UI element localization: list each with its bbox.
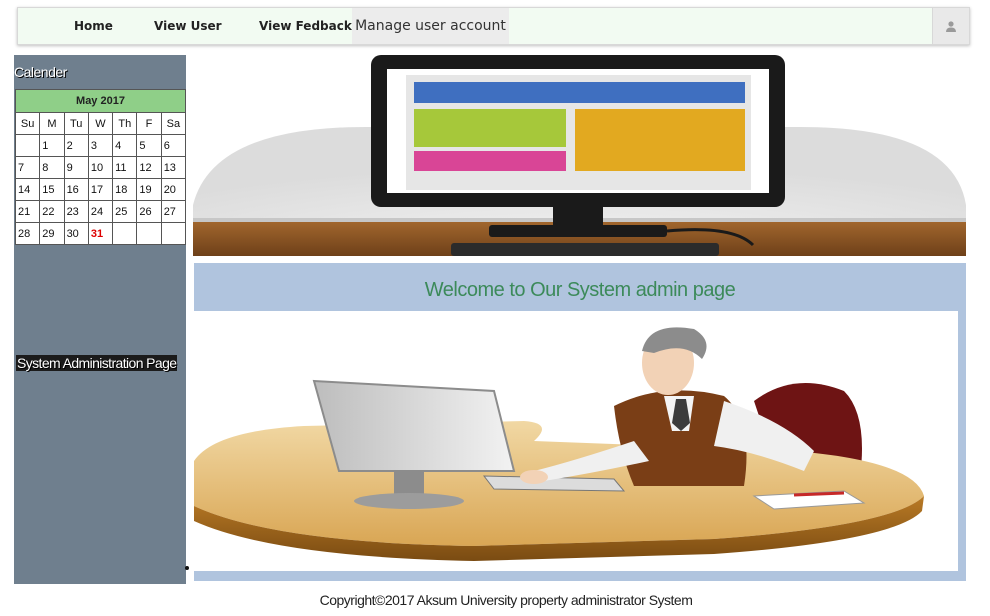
admin-illustration xyxy=(194,311,958,571)
footer-copyright: Copyright©2017 Aksum University property… xyxy=(319,592,693,608)
calendar-day[interactable]: 13 xyxy=(160,156,187,179)
calendar-day[interactable]: 26 xyxy=(136,200,162,223)
calendar-week: 28 29 30 31 xyxy=(14,222,187,245)
calendar-day[interactable]: 19 xyxy=(136,178,162,201)
calendar-day[interactable]: 5 xyxy=(136,134,162,157)
top-navbar: Home View User View Fedback Manage user … xyxy=(17,7,970,45)
calendar-day[interactable]: 22 xyxy=(39,200,65,223)
calendar-empty-cell xyxy=(112,222,138,245)
calendar-title: Calender xyxy=(14,64,67,80)
nav-view-user-link[interactable]: View User xyxy=(154,8,222,44)
calendar-day[interactable]: 30 xyxy=(63,222,89,245)
user-icon xyxy=(946,21,956,32)
calendar-week: 7 8 9 10 11 12 13 xyxy=(14,156,187,179)
calendar-day[interactable]: 1 xyxy=(39,134,65,157)
nav-manage-user-account-link[interactable]: Manage user account xyxy=(352,8,509,44)
calendar-day[interactable]: 11 xyxy=(112,156,138,179)
calendar-month: May 2017 xyxy=(15,89,186,113)
calendar-day-header: Su xyxy=(14,112,41,135)
calendar-day-header: Tu xyxy=(63,112,89,135)
welcome-heading: Welcome to Our System admin page xyxy=(424,279,736,301)
calendar-day-header: W xyxy=(87,112,114,135)
calendar-day[interactable]: 6 xyxy=(160,134,187,157)
calendar: May 2017 Su M Tu W Th F Sa 1 2 3 4 5 6 7 8 9 10 11 12 13 14 1… xyxy=(14,89,187,245)
calendar-day-header: Sa xyxy=(160,112,187,135)
calendar-day[interactable]: 2 xyxy=(63,134,89,157)
calendar-day[interactable]: 31 xyxy=(87,222,114,245)
calendar-empty-cell xyxy=(160,222,187,245)
calendar-day-header: F xyxy=(136,112,162,135)
banner-image xyxy=(193,55,966,256)
sidebar: Calender May 2017 Su M Tu W Th F Sa 1 2 3 4 5 6 7 8 9 10… xyxy=(14,55,187,584)
calendar-day[interactable]: 8 xyxy=(39,156,65,179)
calendar-day[interactable]: 21 xyxy=(14,200,41,223)
calendar-day[interactable]: 20 xyxy=(160,178,187,201)
calendar-day[interactable]: 28 xyxy=(14,222,41,245)
calendar-week: 123456 xyxy=(14,134,187,157)
admin-page-label: System Administration Page xyxy=(16,355,178,371)
nav-view-feedback-link[interactable]: View Fedback xyxy=(259,8,352,44)
calendar-day[interactable]: 9 xyxy=(63,156,89,179)
calendar-day[interactable]: 15 xyxy=(39,178,65,201)
welcome-panel: Welcome to Our System admin page xyxy=(194,263,966,581)
calendar-day-header: Th xyxy=(112,112,138,135)
calendar-day[interactable]: 24 xyxy=(87,200,114,223)
calendar-day[interactable]: 25 xyxy=(112,200,138,223)
calendar-day[interactable]: 3 xyxy=(87,134,114,157)
calendar-day[interactable]: 18 xyxy=(112,178,138,201)
calendar-day[interactable]: 4 xyxy=(112,134,138,157)
calendar-week: 21 22 23 24 25 26 27 xyxy=(14,200,187,223)
user-menu-button[interactable] xyxy=(932,8,969,44)
calendar-week: 14 15 16 17 18 19 20 xyxy=(14,178,187,201)
calendar-empty-cell xyxy=(14,134,41,157)
calendar-day[interactable]: 12 xyxy=(136,156,162,179)
calendar-day[interactable]: 7 xyxy=(14,156,41,179)
calendar-day[interactable]: 14 xyxy=(14,178,41,201)
calendar-day[interactable]: 27 xyxy=(160,200,187,223)
nav-home-link[interactable]: Home xyxy=(74,8,113,44)
calendar-day[interactable]: 29 xyxy=(39,222,65,245)
calendar-day[interactable]: 10 xyxy=(87,156,114,179)
calendar-empty-cell xyxy=(136,222,162,245)
calendar-day[interactable]: 23 xyxy=(63,200,89,223)
calendar-day-header: M xyxy=(39,112,65,135)
bullet-dot xyxy=(185,566,189,570)
calendar-day[interactable]: 17 xyxy=(87,178,114,201)
calendar-day[interactable]: 16 xyxy=(63,178,89,201)
